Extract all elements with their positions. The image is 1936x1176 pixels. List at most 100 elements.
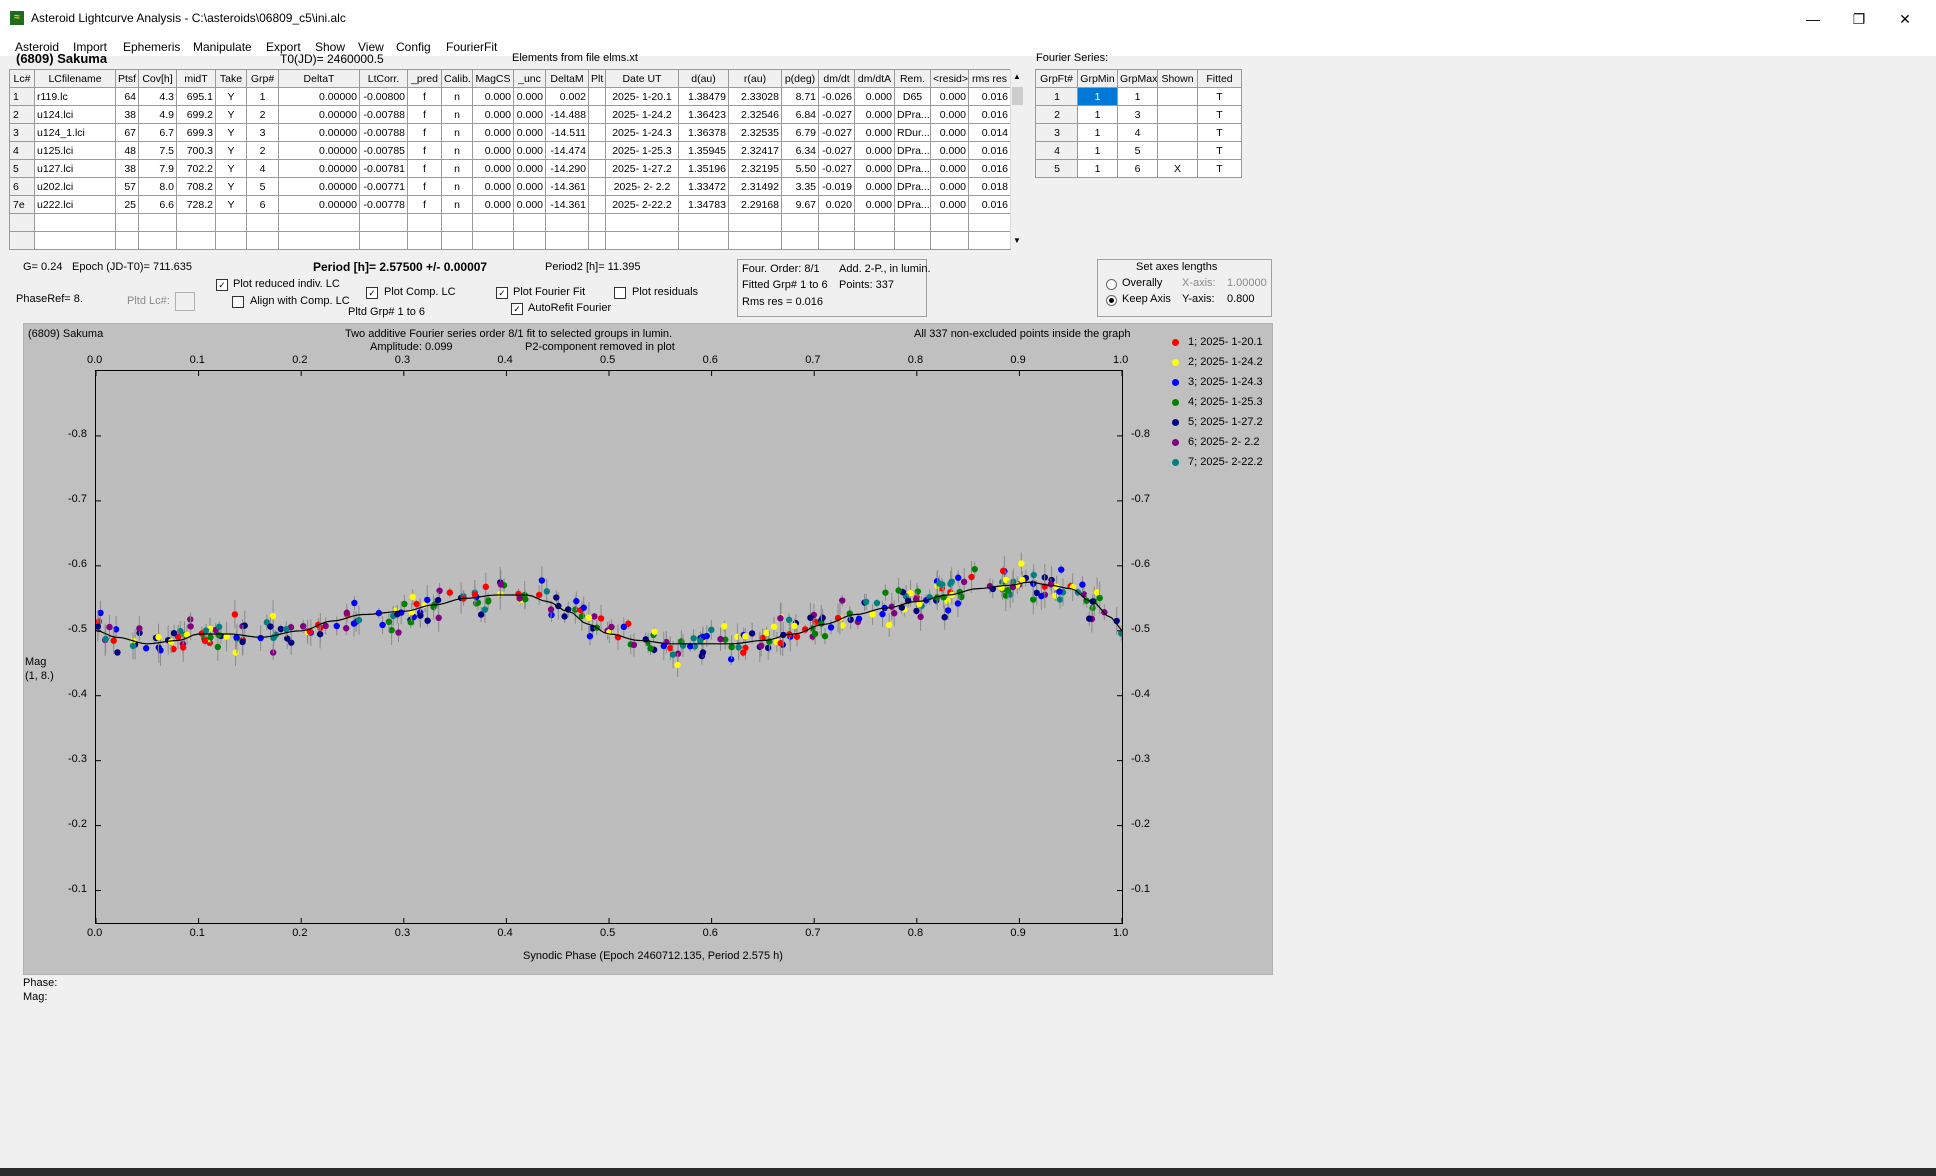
table-cell[interactable]: 699.3 xyxy=(176,123,216,142)
table-cell[interactable] xyxy=(176,213,216,232)
table-cell[interactable] xyxy=(215,213,247,232)
maximize-button[interactable]: ❐ xyxy=(1836,0,1882,38)
table-cell[interactable]: r119.lc xyxy=(34,87,116,106)
column-header[interactable]: p(deg) xyxy=(781,69,819,88)
table-cell[interactable]: 0.00000 xyxy=(278,105,360,124)
table-cell[interactable]: f xyxy=(407,141,442,160)
table-cell[interactable] xyxy=(818,231,855,250)
table-cell[interactable]: 0.016 xyxy=(968,159,1011,178)
table-cell[interactable]: 4 xyxy=(1035,141,1078,160)
table-cell[interactable]: 0.000 xyxy=(854,123,895,142)
table-cell[interactable]: 8.0 xyxy=(138,177,177,196)
column-header[interactable]: Grp# xyxy=(246,69,279,88)
table-cell[interactable]: 2 xyxy=(9,105,35,124)
table-cell[interactable] xyxy=(513,213,546,232)
table-cell[interactable]: T xyxy=(1197,105,1242,124)
table-cell[interactable]: 0.000 xyxy=(472,123,514,142)
table-cell[interactable]: 0.000 xyxy=(930,159,969,178)
table-cell[interactable] xyxy=(605,231,679,250)
table-cell[interactable] xyxy=(588,159,606,178)
table-cell[interactable] xyxy=(9,231,35,250)
table-cell[interactable] xyxy=(34,213,116,232)
table-cell[interactable] xyxy=(441,213,473,232)
table-cell[interactable]: -0.027 xyxy=(818,141,855,160)
table-cell[interactable]: 0.000 xyxy=(513,87,546,106)
fourier-row[interactable]: 415 T xyxy=(1035,141,1242,160)
table-cell[interactable]: Y xyxy=(215,87,247,106)
table-cell[interactable]: n xyxy=(441,141,473,160)
table-cell[interactable]: 0.000 xyxy=(513,195,546,214)
table-cell[interactable]: 38 xyxy=(115,159,139,178)
table-cell[interactable]: 2025- 1-20.1 xyxy=(605,87,679,106)
table-cell[interactable]: 0.000 xyxy=(930,87,969,106)
plot-area[interactable] xyxy=(94,370,1125,924)
menu-config[interactable]: Config xyxy=(396,40,431,54)
table-cell[interactable]: 3 xyxy=(1035,123,1078,142)
column-header[interactable]: LtCorr. xyxy=(359,69,408,88)
column-header[interactable]: GrpMax xyxy=(1117,69,1158,88)
table-cell[interactable] xyxy=(1157,105,1198,124)
table-cell[interactable]: 0.000 xyxy=(930,123,969,142)
table-cell[interactable]: -0.00785 xyxy=(359,141,408,160)
table-cell[interactable]: u202.lci xyxy=(34,177,116,196)
table-cell[interactable]: 1.36423 xyxy=(678,105,729,124)
table-cell[interactable]: 0.00000 xyxy=(278,87,360,106)
table-cell[interactable]: 3 xyxy=(1117,105,1158,124)
table-cell[interactable] xyxy=(818,213,855,232)
table-cell[interactable]: -0.027 xyxy=(818,123,855,142)
table-cell[interactable]: 1 xyxy=(9,87,35,106)
column-header[interactable]: <resid> xyxy=(930,69,969,88)
table-cell[interactable]: 6 xyxy=(1117,159,1158,178)
table-cell[interactable]: 7e xyxy=(9,195,35,214)
column-header[interactable]: rms res xyxy=(968,69,1011,88)
table-cell[interactable]: T xyxy=(1197,159,1242,178)
table-cell[interactable] xyxy=(930,231,969,250)
table-cell[interactable]: 0.000 xyxy=(472,195,514,214)
table-cell[interactable] xyxy=(678,213,729,232)
table-cell[interactable] xyxy=(472,213,514,232)
table-cell[interactable]: Y xyxy=(215,105,247,124)
table-cell[interactable]: 0.00000 xyxy=(278,123,360,142)
table-cell[interactable]: n xyxy=(441,159,473,178)
plot-comp-checkbox[interactable]: ✓ xyxy=(366,287,378,299)
table-cell[interactable]: f xyxy=(407,159,442,178)
table-cell[interactable]: 2025- 1-24.3 xyxy=(605,123,679,142)
table-cell[interactable]: 1 xyxy=(1077,141,1118,160)
column-header[interactable]: midT xyxy=(176,69,216,88)
fourier-row[interactable]: 111T xyxy=(1035,87,1242,106)
table-cell[interactable]: 699.2 xyxy=(176,105,216,124)
table-cell[interactable]: 1 xyxy=(1077,123,1118,142)
table-cell[interactable] xyxy=(138,231,177,250)
table-cell[interactable] xyxy=(728,231,782,250)
column-header[interactable]: Rem. xyxy=(894,69,931,88)
table-cell[interactable]: 64 xyxy=(115,87,139,106)
column-header[interactable]: Cov[h] xyxy=(138,69,177,88)
table-cell[interactable]: 728.2 xyxy=(176,195,216,214)
table-cell[interactable]: 695.1 xyxy=(176,87,216,106)
table-cell[interactable] xyxy=(513,231,546,250)
keep-axis-radio[interactable] xyxy=(1106,295,1117,306)
table-cell[interactable]: 2025- 1-24.2 xyxy=(605,105,679,124)
table-cell[interactable] xyxy=(588,141,606,160)
column-header[interactable]: Take xyxy=(215,69,247,88)
table-row[interactable]: 6 u202.lci 57 8.0 708.2 Y 5 0.00000 -0.00771 f n 0.… xyxy=(9,177,1011,196)
table-cell[interactable]: DPra... xyxy=(894,177,931,196)
table-cell[interactable]: Y xyxy=(215,141,247,160)
table-cell[interactable]: 2025- 2- 2.2 xyxy=(605,177,679,196)
table-cell[interactable]: -0.00781 xyxy=(359,159,408,178)
fourier-row[interactable]: 314 T xyxy=(1035,123,1242,142)
table-cell[interactable]: u127.lci xyxy=(34,159,116,178)
table-cell[interactable]: 0.000 xyxy=(513,105,546,124)
table-cell[interactable] xyxy=(138,213,177,232)
table-cell[interactable]: 8.71 xyxy=(781,87,819,106)
table-cell[interactable]: 38 xyxy=(115,105,139,124)
empty-table-row[interactable] xyxy=(9,213,1011,232)
table-cell[interactable]: 6 xyxy=(246,195,279,214)
column-header[interactable]: Calib. xyxy=(441,69,473,88)
table-cell[interactable]: 1.34783 xyxy=(678,195,729,214)
column-header[interactable]: dm/dt xyxy=(818,69,855,88)
table-cell[interactable]: -14.488 xyxy=(545,105,589,124)
table-cell[interactable]: 2 xyxy=(1035,105,1078,124)
table-cell[interactable]: 2025- 1-27.2 xyxy=(605,159,679,178)
table-cell[interactable]: DPra... xyxy=(894,195,931,214)
